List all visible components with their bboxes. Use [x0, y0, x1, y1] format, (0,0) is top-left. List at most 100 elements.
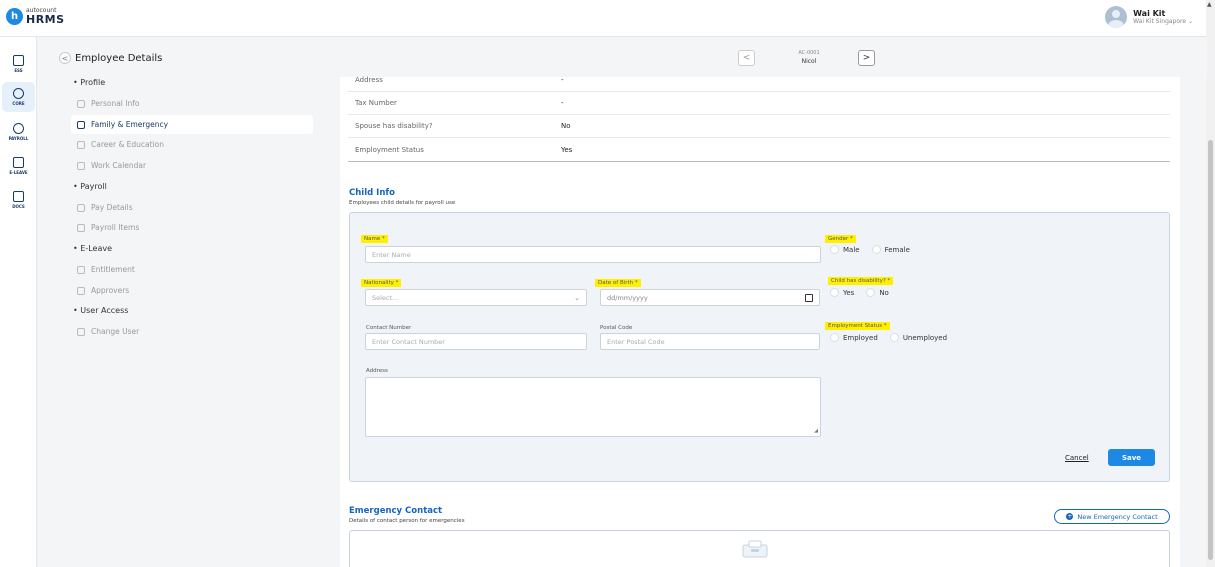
- prev-employee-button[interactable]: <: [738, 50, 755, 66]
- personal-info-icon: [77, 99, 85, 108]
- employment-radio-group: Employed Unemployed: [830, 333, 953, 342]
- calendar-icon: [77, 161, 85, 170]
- address-label: Address: [366, 368, 388, 374]
- user-name: Wai Kit: [1133, 9, 1166, 18]
- menu-item-approvers[interactable]: Approvers: [71, 281, 313, 300]
- radio-icon: [830, 288, 839, 297]
- entitlement-icon: [77, 265, 85, 274]
- resize-handle-icon[interactable]: ◢: [814, 428, 818, 434]
- disability-no-radio[interactable]: No: [866, 288, 889, 297]
- eleave-icon: [13, 157, 24, 168]
- ess-icon: [13, 55, 24, 66]
- gender-male-radio[interactable]: Male: [830, 245, 860, 254]
- save-button[interactable]: Save: [1108, 449, 1155, 466]
- change-user-icon: [77, 327, 85, 336]
- row-value: -: [561, 76, 564, 84]
- family-icon: [77, 120, 85, 129]
- scroll-up-arrow-icon[interactable]: ▲: [1207, 1, 1212, 8]
- name-label: Name *: [361, 235, 388, 243]
- back-button[interactable]: <: [59, 52, 71, 64]
- nationality-label: Nationality *: [361, 279, 402, 287]
- employee-name: Nicol: [801, 58, 817, 65]
- menu-item-pay-details[interactable]: Pay Details: [71, 198, 313, 217]
- page-title: Employee Details: [75, 53, 163, 64]
- rail-label: E-LEAVE: [9, 170, 28, 175]
- row-label: Spouse has disability?: [355, 122, 433, 130]
- menu-section-payroll: • Payroll: [73, 182, 107, 191]
- rail-label: PAYROLL: [8, 136, 29, 141]
- row-label: Employment Status: [355, 145, 424, 154]
- gender-female-radio[interactable]: Female: [871, 245, 910, 254]
- approvers-icon: [77, 286, 85, 295]
- rail-item-payroll[interactable]: PAYROLL: [2, 117, 35, 147]
- docs-icon: [13, 191, 24, 202]
- chevron-down-icon: ⌄: [574, 294, 580, 302]
- company-selector[interactable]: Wai Kit Singapore ⌄: [1133, 18, 1193, 25]
- dob-input[interactable]: dd/mm/yyyy: [600, 289, 820, 306]
- unemployed-radio[interactable]: Unemployed: [889, 333, 947, 342]
- menu-item-change-user[interactable]: Change User: [71, 322, 313, 341]
- radio-icon: [871, 245, 881, 254]
- new-emergency-contact-button[interactable]: + New Emergency Contact: [1054, 509, 1170, 524]
- payroll-icon: [13, 123, 24, 134]
- empty-inbox-icon: [742, 540, 768, 558]
- row-value: Yes: [561, 145, 573, 154]
- menu-item-payroll-items[interactable]: Payroll Items: [71, 218, 313, 237]
- emergency-contact-list: [349, 530, 1170, 567]
- nationality-select[interactable]: Select... ⌄: [365, 289, 587, 306]
- employed-radio[interactable]: Employed: [830, 333, 878, 342]
- gender-radio-group: Male Female: [830, 245, 916, 254]
- emergency-contact-subtitle: Details of contact person for emergencie…: [349, 518, 465, 524]
- menu-item-career-education[interactable]: Career & Education: [71, 135, 313, 154]
- calendar-icon[interactable]: [805, 294, 813, 302]
- employee-code: AC-0001: [798, 50, 820, 56]
- dob-label: Date of Birth *: [595, 279, 641, 287]
- next-employee-button[interactable]: >: [858, 50, 875, 66]
- rail-label: ESS: [14, 68, 23, 73]
- menu-item-personal-info[interactable]: Personal Info: [71, 94, 313, 113]
- logo-brand-big: HRMS: [26, 13, 65, 26]
- rail-item-eleave[interactable]: E-LEAVE: [2, 151, 35, 181]
- career-icon: [77, 140, 85, 149]
- pay-details-icon: [77, 203, 85, 212]
- postal-code-input[interactable]: Enter Postal Code: [600, 333, 820, 350]
- postal-label: Postal Code: [600, 325, 633, 331]
- radio-icon: [889, 333, 899, 342]
- row-value: No: [561, 122, 571, 130]
- user-menu[interactable]: Wai Kit Wai Kit Singapore ⌄: [1105, 6, 1193, 28]
- address-textarea[interactable]: ◢: [365, 377, 821, 437]
- menu-item-entitlement[interactable]: Entitlement: [71, 260, 313, 279]
- rail-item-ess[interactable]: ESS: [2, 49, 35, 79]
- employment-label: Employment Status *: [825, 322, 890, 330]
- menu-item-work-calendar[interactable]: Work Calendar: [71, 156, 313, 175]
- scroll-thumb[interactable]: [1208, 140, 1213, 560]
- contact-number-input[interactable]: Enter Contact Number: [365, 333, 587, 350]
- row-label: Tax Number: [355, 99, 397, 107]
- spouse-row: Tax Number -: [348, 92, 1170, 115]
- spouse-row: Spouse has disability? No: [348, 115, 1170, 138]
- disability-label: Child has disability? *: [828, 277, 894, 285]
- rail-item-core[interactable]: CORE: [2, 82, 35, 112]
- app-logo[interactable]: h autocount HRMS: [6, 8, 65, 25]
- child-name-input[interactable]: Enter Name: [365, 246, 821, 263]
- avatar: [1105, 6, 1128, 28]
- page-scrollbar[interactable]: ▲: [1206, 0, 1215, 567]
- payroll-items-icon: [77, 223, 85, 232]
- module-rail: ESS CORE PAYROLL E-LEAVE DOCS: [0, 37, 37, 567]
- menu-item-family-emergency[interactable]: Family & Emergency: [71, 115, 313, 134]
- menu-section-user-access: • User Access: [73, 306, 129, 315]
- gender-label: Gender *: [825, 235, 856, 243]
- rail-label: CORE: [12, 101, 25, 106]
- logo-mark: h: [6, 8, 23, 25]
- core-icon: [13, 88, 24, 99]
- section-divider: [348, 161, 1170, 162]
- top-bar: h autocount HRMS Wai Kit Wai Kit Singapo…: [0, 0, 1215, 37]
- spouse-row: Address -: [348, 69, 1170, 92]
- contact-label: Contact Number: [366, 325, 412, 331]
- child-info-form: Name * Enter Name Gender * Male Female N…: [349, 212, 1170, 482]
- rail-item-docs[interactable]: DOCS: [2, 185, 35, 215]
- cancel-button[interactable]: Cancel: [1065, 454, 1089, 462]
- disability-radio-group: Yes No: [830, 288, 895, 297]
- disability-yes-radio[interactable]: Yes: [830, 288, 854, 297]
- radio-icon: [830, 245, 839, 254]
